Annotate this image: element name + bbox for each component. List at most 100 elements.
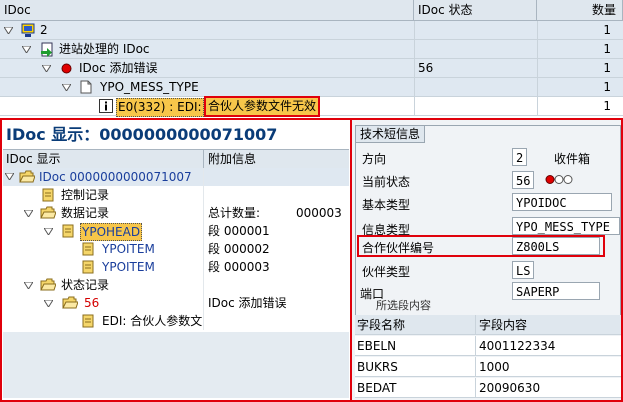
inbound-document-icon [40,42,54,57]
column-header-idoc-status[interactable]: IDoc 状态 [414,0,537,21]
segment-name: YPOITEM [102,242,155,256]
tree-row-label: 2 [40,23,48,37]
column-header-idoc-display[interactable]: IDoc 显示 [6,150,61,168]
expand-triangle-icon[interactable] [42,65,51,72]
column-header-idoc[interactable]: IDoc [0,0,414,21]
expand-triangle-icon[interactable] [62,84,71,91]
column-header-field-name[interactable]: 字段名称 [357,315,405,335]
tree-node-status-56[interactable]: 56 IDoc 添加错误 [0,294,349,312]
tree-row-label: YPO_MESS_TYPE [100,80,199,94]
tree-node-label: 状态记录 [61,278,110,292]
table-row[interactable]: BUKRS 1000 [355,357,621,377]
direction-text: 收件箱 [554,152,591,166]
tree-node-label: 控制记录 [61,188,110,202]
segment-name-selected: YPOHEAD [80,223,143,241]
tree-node-status-records[interactable]: 状态记录 [0,276,349,294]
status-message: EDI: 合伙人参数文 [102,314,203,328]
status-code: 56 [84,296,100,310]
tree-node-control-record[interactable]: 控制记录 [0,186,349,204]
tree-row-inbound-idoc[interactable]: 进站处理的 IDoc 1 [0,40,623,59]
tree-empty-area [3,332,349,398]
row-count: 1 [603,61,611,75]
direction-field[interactable]: 2 [512,148,527,166]
segment-name: YPOITEM [102,260,155,274]
idoc-display-title: IDoc 显示：0000000000071007 [6,125,278,144]
folder-open-icon [40,206,56,219]
tree-row-message-type[interactable]: YPO_MESS_TYPE 1 [0,78,623,97]
row-count: 1 [603,80,611,94]
tree-node-data-records[interactable]: 数据记录 总计数量: 000003 [0,204,349,222]
row-status: 56 [418,61,434,75]
error-message-prefix: E0(332) : EDI: [116,98,204,117]
column-header-field-content[interactable]: 字段内容 [479,315,527,335]
idoc-status-tree-table: IDoc IDoc 状态 数量 2 1 进站处理的 IDoc 1 IDoc 添加… [0,0,623,118]
segment-content-grid-header: 字段名称 字段内容 [355,315,621,335]
field-content: 4001122334 [479,339,556,353]
table-row[interactable]: BEDAT 20090630 [355,378,621,398]
partner-type-label: 伙伴类型 [362,265,411,279]
current-status-field[interactable]: 56 [512,171,534,189]
traffic-light-red-icon [545,174,575,185]
short-info-tab[interactable]: 技术短信息 [356,126,426,143]
field-name: EBELN [357,339,397,353]
segment-icon [82,242,94,256]
record-icon [82,314,94,328]
port-field[interactable]: SAPERP [512,282,600,300]
partner-number-field[interactable]: Z800LS [512,237,600,255]
expand-triangle-icon[interactable] [44,228,53,235]
segment-info: 段 000003 [208,260,270,274]
tree-node-segment[interactable]: YPOHEAD 段 000001 [0,222,349,241]
expand-triangle-icon[interactable] [24,282,33,289]
technical-short-info-panel: 技术短信息 方向 2 收件箱 当前状态 56 基本类型 YPOIDOC 信息类型… [352,118,623,402]
segment-icon [82,260,94,274]
tree-node-status-message[interactable]: EDI: 合伙人参数文 [0,312,349,330]
tree-node-segment[interactable]: YPOITEM 段 000002 [0,240,349,258]
message-type-field[interactable]: YPO_MESS_TYPE [512,217,620,235]
row-count: 1 [603,99,611,113]
basic-type-field[interactable]: YPOIDOC [512,193,612,211]
expand-triangle-icon[interactable] [5,173,14,180]
expand-triangle-icon[interactable] [44,300,53,307]
partner-profile-invalid-highlight: 合伙人参数文件无效 [204,96,321,117]
partner-number-label: 合作伙伴编号 [362,241,435,255]
tree-row-label: IDoc 添加错误 [79,61,158,75]
folder-open-icon [40,278,56,291]
field-content: 20090630 [479,381,541,395]
tree-header: IDoc 显示 附加信息 [3,149,349,169]
segment-info: 段 000001 [208,224,270,238]
info-icon [99,99,113,113]
tree-row-idoc-error[interactable]: IDoc 添加错误 56 1 [0,59,623,78]
tree-node-label: IDoc 0000000000071007 [39,170,192,184]
tree-row-direction[interactable]: 2 1 [0,21,623,40]
tree-node-label: 数据记录 [61,206,110,220]
tree-row-label: 进站处理的 IDoc [59,42,150,56]
red-status-light-icon [61,63,72,74]
row-count: 1 [603,23,611,37]
field-name: BEDAT [357,381,397,395]
current-status-label: 当前状态 [362,175,411,189]
table-row[interactable]: EBELN 4001122334 [355,336,621,356]
tree-node-segment[interactable]: YPOITEM 段 000003 [0,258,349,276]
row-count: 1 [603,42,611,56]
tree-node-idoc-root[interactable]: IDoc 0000000000071007 [3,168,349,186]
direction-label: 方向 [362,152,387,166]
expand-triangle-icon[interactable] [4,27,13,34]
status-info: IDoc 添加错误 [208,296,287,310]
folder-open-icon [62,296,78,309]
field-content: 1000 [479,360,510,374]
total-count-value: 000003 [296,206,342,220]
selected-segment-content-label: 所选段内容 [376,299,431,312]
folder-open-icon [19,170,35,183]
idoc-display-panel: IDoc 显示：0000000000071007 IDoc 显示 附加信息 ID… [0,118,352,402]
partner-type-field[interactable]: LS [512,261,534,279]
column-header-additional-info[interactable]: 附加信息 [208,150,256,168]
total-count-label: 总计数量: [208,206,261,220]
basic-type-label: 基本类型 [362,198,411,212]
computer-inbox-icon [21,23,35,38]
tree-row-error-message[interactable]: E0(332) : EDI: 合伙人参数文件无效 1 [0,96,623,117]
expand-triangle-icon[interactable] [22,46,31,53]
column-header-count[interactable]: 数量 [537,0,623,21]
record-icon [42,188,54,202]
expand-triangle-icon[interactable] [24,210,33,217]
document-icon [80,80,92,94]
